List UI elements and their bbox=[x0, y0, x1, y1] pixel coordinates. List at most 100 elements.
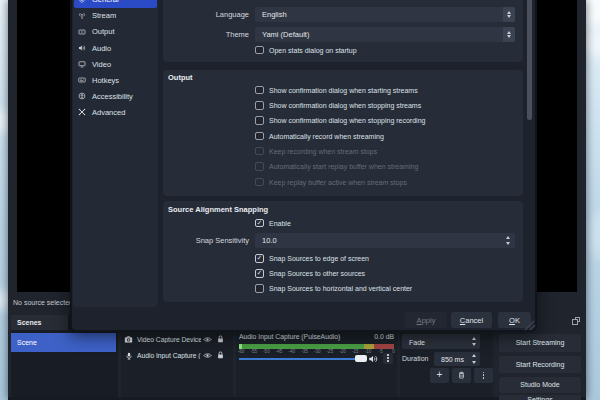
remove-transition-button[interactable] bbox=[452, 368, 471, 384]
sidebar-item-label: Output bbox=[92, 27, 115, 36]
source-name: Audio Input Capture ( bbox=[137, 352, 201, 359]
broadcast-icon bbox=[78, 28, 86, 36]
theme-label: Theme bbox=[163, 30, 249, 39]
checkbox-label: Enable bbox=[269, 219, 291, 228]
checkbox[interactable] bbox=[255, 86, 264, 95]
transition-select[interactable]: Fade bbox=[402, 334, 480, 349]
meter-peak bbox=[239, 344, 242, 349]
chevron-up-icon[interactable] bbox=[506, 236, 510, 239]
checkbox[interactable] bbox=[255, 101, 264, 110]
display-icon bbox=[78, 60, 86, 68]
accessibility-icon bbox=[78, 92, 86, 100]
mixer-source-name: Audio Input Capture (PulseAudio) bbox=[239, 333, 340, 340]
sidebar-item-output[interactable]: Output bbox=[74, 24, 157, 40]
select-spinner[interactable] bbox=[503, 7, 515, 22]
speaker-icon[interactable] bbox=[368, 354, 378, 364]
scene-list-item[interactable]: Scene bbox=[11, 333, 116, 352]
sidebar-item-label: Accessibility bbox=[92, 92, 133, 101]
checkbox-label: Snap Sources to other sources bbox=[269, 269, 365, 278]
checkbox[interactable] bbox=[255, 132, 264, 141]
button-label: OK bbox=[509, 316, 520, 325]
language-value: English bbox=[262, 10, 287, 19]
checkbox-label: Show confirmation dialog when stopping s… bbox=[269, 101, 421, 110]
chevron-down-icon bbox=[472, 361, 476, 364]
plus-icon: + bbox=[437, 370, 443, 380]
sidebar-item-accessibility[interactable]: Accessibility bbox=[74, 89, 157, 105]
kebab-icon bbox=[387, 354, 389, 361]
button-label: Cancel bbox=[460, 316, 483, 325]
tools-icon bbox=[78, 108, 86, 116]
popout-icon[interactable] bbox=[572, 317, 581, 326]
transition-value: Fade bbox=[409, 338, 425, 345]
mixer-level-value: 0.0 dB bbox=[374, 333, 394, 340]
duration-value: 850 ms bbox=[441, 355, 464, 362]
button-label: Start Recording bbox=[516, 361, 565, 368]
start-streaming-button[interactable]: Start Streaming bbox=[499, 334, 581, 352]
duration-spinbox[interactable]: 850 ms bbox=[434, 352, 480, 367]
checkbox-label: Keep replay buffer active when stream st… bbox=[269, 178, 407, 187]
checkbox-label: Show confirmation dialog when starting s… bbox=[269, 86, 418, 95]
source-name: Video Capture Device bbox=[137, 336, 201, 343]
snap-sensitivity-label: Snap Sensitivity bbox=[163, 236, 249, 245]
source-row-audio[interactable]: Audio Input Capture ( bbox=[124, 348, 230, 363]
checkbox[interactable] bbox=[255, 269, 264, 278]
studio-mode-button[interactable]: Studio Mode bbox=[499, 377, 581, 393]
meter-yellow bbox=[364, 344, 374, 349]
checkbox-label: Snap Sources to edge of screen bbox=[269, 254, 369, 263]
sidebar-item-label: Video bbox=[92, 60, 111, 69]
sidebar-item-hotkeys[interactable]: Hotkeys bbox=[74, 73, 157, 89]
cancel-button[interactable]: Cancel bbox=[451, 312, 492, 328]
add-transition-button[interactable]: + bbox=[430, 368, 449, 384]
eye-icon[interactable] bbox=[203, 351, 212, 360]
dialog-scrollbar[interactable] bbox=[527, 0, 532, 120]
checkbox-label: Show confirmation dialog when stopping r… bbox=[269, 116, 425, 125]
sidebar-item-stream[interactable]: Stream bbox=[74, 8, 157, 24]
checkbox bbox=[255, 178, 264, 187]
trash-icon bbox=[457, 370, 466, 380]
sidebar-item-label: General bbox=[92, 0, 119, 4]
button-label: Start Streaming bbox=[516, 339, 565, 346]
checkbox[interactable] bbox=[255, 284, 264, 293]
eye-icon[interactable] bbox=[203, 335, 212, 344]
scene-item-label: Scene bbox=[17, 339, 37, 346]
volume-slider-handle[interactable] bbox=[355, 355, 367, 363]
resize-grip[interactable] bbox=[523, 319, 536, 331]
output-panel-title: Output bbox=[168, 73, 193, 82]
language-label: Language bbox=[163, 10, 249, 19]
scenes-dock-tab[interactable]: Scenes bbox=[11, 315, 68, 330]
checkbox[interactable] bbox=[255, 116, 264, 125]
theme-select[interactable]: Yami (Default) bbox=[255, 27, 515, 42]
meter-red bbox=[374, 344, 394, 349]
start-recording-button[interactable]: Start Recording bbox=[499, 356, 581, 373]
sidebar-item-video[interactable]: Video bbox=[74, 56, 157, 72]
source-row-video[interactable]: Video Capture Device bbox=[124, 332, 230, 347]
lock-icon[interactable] bbox=[216, 334, 225, 344]
sidebar-item-audio[interactable]: Audio bbox=[74, 40, 157, 56]
stats-checkbox[interactable] bbox=[255, 46, 264, 55]
volume-slider-track[interactable] bbox=[239, 358, 359, 361]
snap-sensitivity-input[interactable]: 10.0 bbox=[255, 233, 515, 248]
checkbox bbox=[255, 147, 264, 156]
chevron-up-icon bbox=[472, 337, 476, 340]
microphone-icon bbox=[125, 351, 133, 361]
enable-checkbox[interactable] bbox=[255, 219, 264, 228]
button-label: Studio Mode bbox=[520, 381, 559, 388]
select-spinner[interactable] bbox=[503, 27, 515, 42]
language-select[interactable]: English bbox=[255, 7, 515, 22]
settings-button[interactable]: Settings bbox=[499, 395, 581, 400]
checkbox[interactable] bbox=[255, 254, 264, 263]
mixer-menu-button[interactable] bbox=[383, 353, 393, 364]
chevron-up-icon bbox=[472, 354, 476, 357]
sidebar-item-general[interactable]: General bbox=[74, 0, 157, 8]
transition-properties-button[interactable] bbox=[474, 368, 493, 384]
snapping-panel-title: Source Alignment Snapping bbox=[168, 205, 268, 214]
checkbox-label: Snap Sources to horizontal and vertical … bbox=[269, 284, 412, 293]
button-label: Settings bbox=[527, 396, 552, 400]
sidebar-item-advanced[interactable]: Advanced bbox=[74, 105, 157, 121]
sidebar-item-label: Hotkeys bbox=[92, 76, 119, 85]
chevron-down-icon[interactable] bbox=[506, 242, 510, 245]
chevron-down-icon bbox=[472, 343, 476, 346]
lock-icon[interactable] bbox=[216, 350, 225, 360]
apply-button[interactable]: Apply bbox=[405, 312, 447, 328]
speaker-icon bbox=[78, 44, 86, 52]
